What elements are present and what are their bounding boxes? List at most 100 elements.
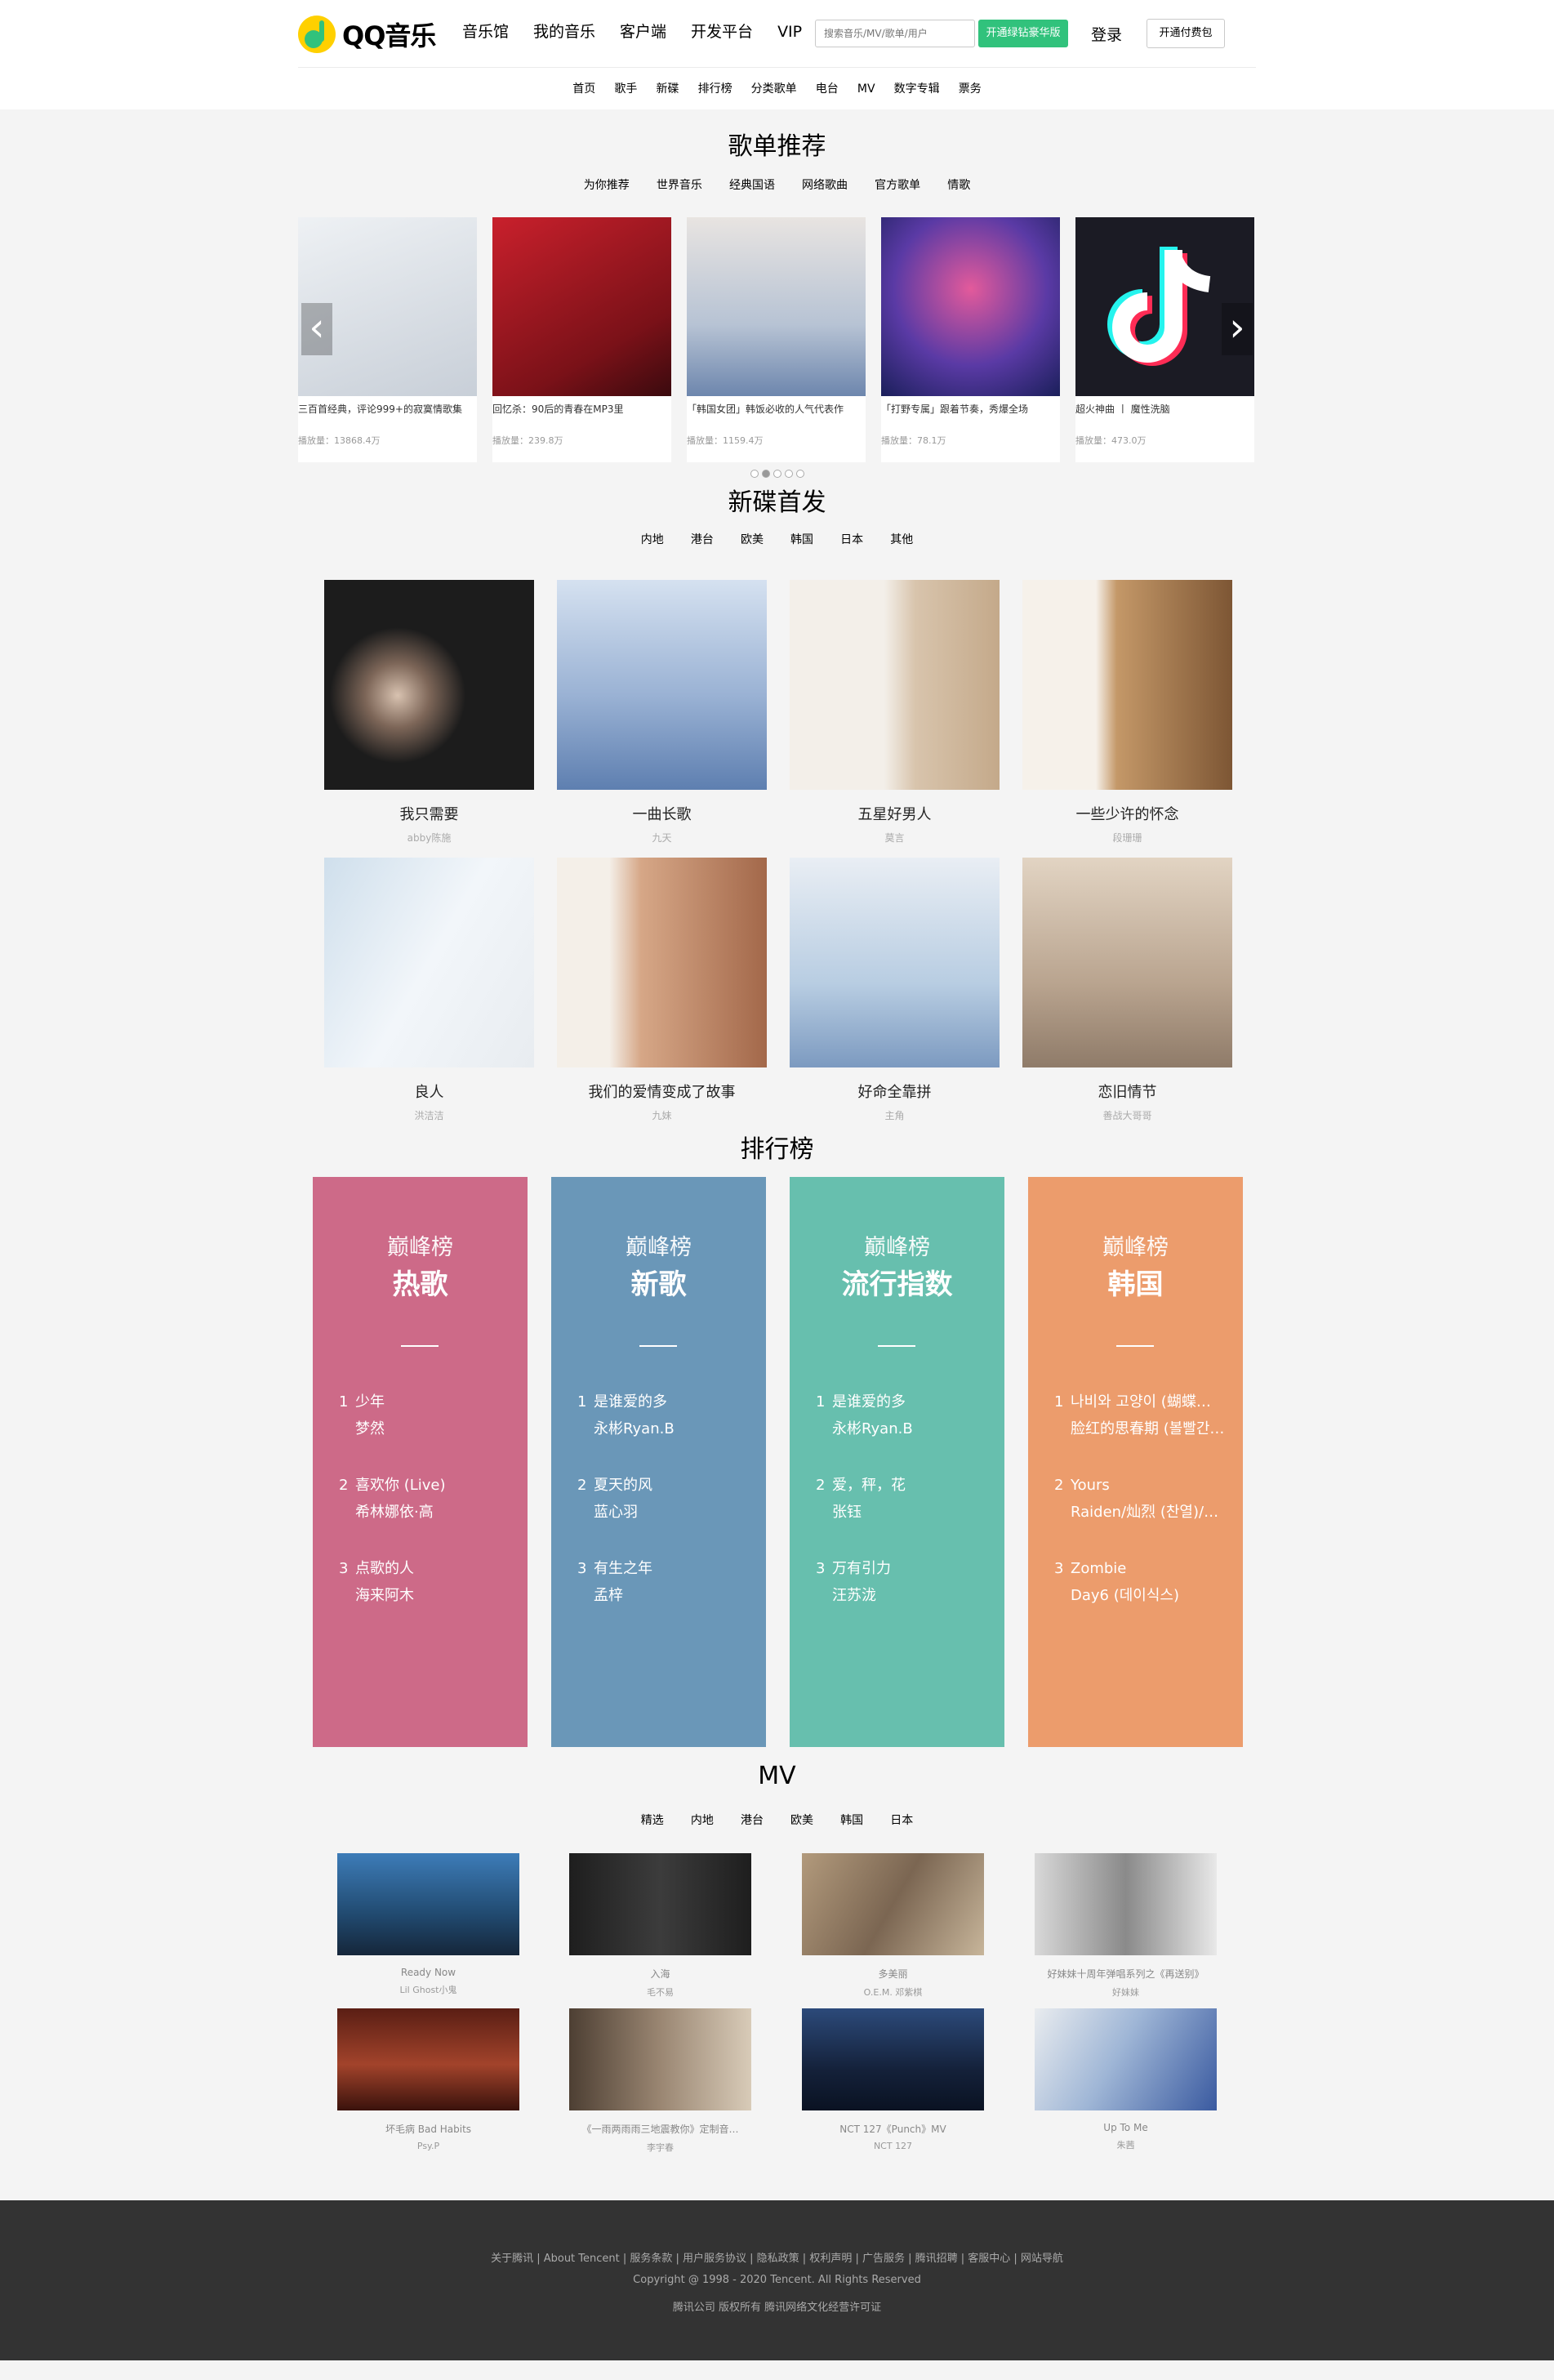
carousel-dot[interactable] bbox=[795, 470, 804, 478]
album-cover[interactable] bbox=[557, 858, 767, 1067]
album-name[interactable]: 我们的爱情变成了故事 bbox=[557, 1081, 767, 1102]
tab-japan[interactable]: 日本 bbox=[840, 533, 863, 546]
rank-artist[interactable]: 永彬Ryan.B bbox=[577, 1415, 749, 1443]
mv-card[interactable]: Ready Now Lil Ghost小鬼 bbox=[337, 1853, 519, 1996]
paid-package-button[interactable]: 开通付费包 bbox=[1147, 19, 1225, 48]
ranking-name[interactable]: 韩国 bbox=[1028, 1262, 1243, 1302]
playlist-title[interactable]: 超火神曲 丨 魔性洗脑 bbox=[1075, 401, 1254, 434]
mv-title[interactable]: 多美丽 bbox=[802, 1967, 984, 1981]
playlist-title[interactable]: 三百首经典，评论999+的寂寞情歌集 bbox=[298, 401, 477, 434]
tab-mainland[interactable]: 内地 bbox=[641, 533, 664, 546]
album-cover[interactable] bbox=[790, 580, 1000, 790]
album-cover[interactable] bbox=[790, 858, 1000, 1067]
ranking-item[interactable]: 2 Yours Raiden/灿烈 (찬열)/… bbox=[1054, 1473, 1226, 1556]
rank-artist[interactable]: Raiden/灿烈 (찬열)/… bbox=[1054, 1499, 1226, 1526]
tab-for-you[interactable]: 为你推荐 bbox=[584, 179, 630, 192]
tab-other[interactable]: 其他 bbox=[890, 533, 913, 546]
album-cover[interactable] bbox=[1022, 858, 1232, 1067]
mv-card[interactable]: 入海 毛不易 bbox=[569, 1853, 751, 1999]
mv-artist[interactable]: 朱茜 bbox=[1035, 2138, 1217, 2151]
album-artist[interactable]: 善战大哥哥 bbox=[1022, 1108, 1232, 1122]
playlist-title[interactable]: 「打野专属」跟着节奏，秀爆全场 bbox=[881, 401, 1060, 434]
carousel-dot[interactable] bbox=[773, 470, 781, 478]
album-name[interactable]: 一曲长歌 bbox=[557, 803, 767, 824]
carousel-dot[interactable] bbox=[784, 470, 793, 478]
album-card[interactable]: 一曲长歌 九天 bbox=[557, 580, 767, 845]
playlist-cover[interactable] bbox=[881, 217, 1060, 396]
mv-thumbnail[interactable] bbox=[569, 2008, 751, 2110]
mv-card[interactable]: Up To Me 朱茜 bbox=[1035, 2008, 1217, 2151]
tab-western[interactable]: 欧美 bbox=[741, 533, 764, 546]
nav-vip[interactable]: VIP bbox=[777, 20, 802, 44]
album-artist[interactable]: 莫言 bbox=[790, 831, 1000, 845]
subnav-radio[interactable]: 电台 bbox=[816, 82, 839, 96]
mv-thumbnail[interactable] bbox=[802, 1853, 984, 1955]
album-name[interactable]: 好命全靠拼 bbox=[790, 1081, 1000, 1102]
tab-hk-tw[interactable]: 港台 bbox=[691, 533, 714, 546]
mv-card[interactable]: NCT 127《Punch》MV NCT 127 bbox=[802, 2008, 984, 2151]
rank-song[interactable]: 少年 bbox=[355, 1393, 385, 1411]
playlist-card[interactable]: 「韩国女团」韩饭必收的人气代表作 播放量：1159.4万 bbox=[687, 217, 866, 462]
subnav-home[interactable]: 首页 bbox=[572, 82, 595, 96]
tab-world-music[interactable]: 世界音乐 bbox=[657, 179, 702, 192]
tab-korea[interactable]: 韩国 bbox=[840, 1814, 863, 1827]
album-card[interactable]: 我们的爱情变成了故事 九妹 bbox=[557, 858, 767, 1122]
ranking-item[interactable]: 2 爱，秤，花 张钰 bbox=[816, 1473, 987, 1556]
album-name[interactable]: 一些少许的怀念 bbox=[1022, 803, 1232, 824]
playlist-title[interactable]: 回忆杀：90后的青春在MP3里 bbox=[492, 401, 671, 434]
tab-western[interactable]: 欧美 bbox=[790, 1814, 813, 1827]
album-artist[interactable]: 洪洁洁 bbox=[324, 1108, 534, 1122]
tab-mainland[interactable]: 内地 bbox=[691, 1814, 714, 1827]
rank-artist[interactable]: 永彬Ryan.B bbox=[816, 1415, 987, 1443]
rank-song[interactable]: 是谁爱的多 bbox=[594, 1393, 667, 1411]
playlist-card[interactable]: 回忆杀：90后的青春在MP3里 播放量：239.8万 bbox=[492, 217, 671, 462]
ranking-item[interactable]: 2 喜欢你 (Live) 希林娜依·高 bbox=[339, 1473, 510, 1556]
mv-card[interactable]: 坏毛病 Bad Habits Psy.P bbox=[337, 2008, 519, 2151]
ranking-name[interactable]: 流行指数 bbox=[790, 1262, 1004, 1302]
rank-song[interactable]: 夏天的风 bbox=[594, 1477, 652, 1494]
album-card[interactable]: 恋旧情节 善战大哥哥 bbox=[1022, 858, 1232, 1122]
playlist-cover[interactable] bbox=[492, 217, 671, 396]
rank-artist[interactable]: 海来阿木 bbox=[339, 1582, 510, 1610]
mv-title[interactable]: 坏毛病 Bad Habits bbox=[337, 2122, 519, 2136]
mv-thumbnail[interactable] bbox=[1035, 1853, 1217, 1955]
mv-title[interactable]: Up To Me bbox=[1035, 2122, 1217, 2133]
album-artist[interactable]: 九妹 bbox=[557, 1108, 767, 1122]
mv-card[interactable]: 多美丽 O.E.M. 邓紫棋 bbox=[802, 1853, 984, 1999]
nav-client[interactable]: 客户端 bbox=[620, 20, 666, 44]
mv-title[interactable]: 《一雨两雨雨三地震教你》定制音… bbox=[569, 2122, 751, 2136]
mv-thumbnail[interactable] bbox=[569, 1853, 751, 1955]
mv-artist[interactable]: Lil Ghost小鬼 bbox=[337, 1983, 519, 1996]
album-artist[interactable]: 主角 bbox=[790, 1108, 1000, 1122]
rank-song[interactable]: 나비와 고양이 (蝴蝶… bbox=[1071, 1393, 1211, 1411]
album-cover[interactable] bbox=[324, 858, 534, 1067]
mv-thumbnail[interactable] bbox=[802, 2008, 984, 2110]
tab-korea[interactable]: 韩国 bbox=[790, 533, 813, 546]
mv-thumbnail[interactable] bbox=[1035, 2008, 1217, 2110]
tab-love-songs[interactable]: 情歌 bbox=[947, 179, 970, 192]
ranking-item[interactable]: 1 是谁爱的多 永彬Ryan.B bbox=[816, 1389, 987, 1473]
mv-artist[interactable]: 李宇春 bbox=[569, 2141, 751, 2154]
album-name[interactable]: 五星好男人 bbox=[790, 803, 1000, 824]
subnav-charts[interactable]: 排行榜 bbox=[698, 82, 732, 96]
ranking-item[interactable]: 3 点歌的人 海来阿木 bbox=[339, 1556, 510, 1639]
rank-song[interactable]: Yours bbox=[1071, 1477, 1110, 1494]
tab-classic-mandarin[interactable]: 经典国语 bbox=[729, 179, 775, 192]
ranking-item[interactable]: 3 有生之年 孟梓 bbox=[577, 1556, 749, 1639]
album-artist[interactable]: abby陈施 bbox=[324, 831, 534, 845]
mv-title[interactable]: 入海 bbox=[569, 1967, 751, 1981]
album-cover[interactable] bbox=[324, 580, 534, 790]
subnav-playlists[interactable]: 分类歌单 bbox=[751, 82, 797, 96]
album-card[interactable]: 五星好男人 莫言 bbox=[790, 580, 1000, 845]
carousel-next-arrow-icon[interactable]: › bbox=[1222, 303, 1253, 355]
album-name[interactable]: 恋旧情节 bbox=[1022, 1081, 1232, 1102]
ranking-item[interactable]: 2 夏天的风 蓝心羽 bbox=[577, 1473, 749, 1556]
rank-artist[interactable]: 孟梓 bbox=[577, 1582, 749, 1610]
playlist-cover[interactable] bbox=[687, 217, 866, 396]
rank-song[interactable]: 点歌的人 bbox=[355, 1560, 414, 1577]
rank-song[interactable]: 是谁爱的多 bbox=[832, 1393, 906, 1411]
mv-title[interactable]: 好妹妹十周年弹唱系列之《再送别》 bbox=[1035, 1967, 1217, 1981]
rank-song[interactable]: 喜欢你 (Live) bbox=[355, 1477, 446, 1494]
carousel-prev-arrow-icon[interactable]: ‹ bbox=[301, 303, 332, 355]
rank-artist[interactable]: 蓝心羽 bbox=[577, 1499, 749, 1526]
